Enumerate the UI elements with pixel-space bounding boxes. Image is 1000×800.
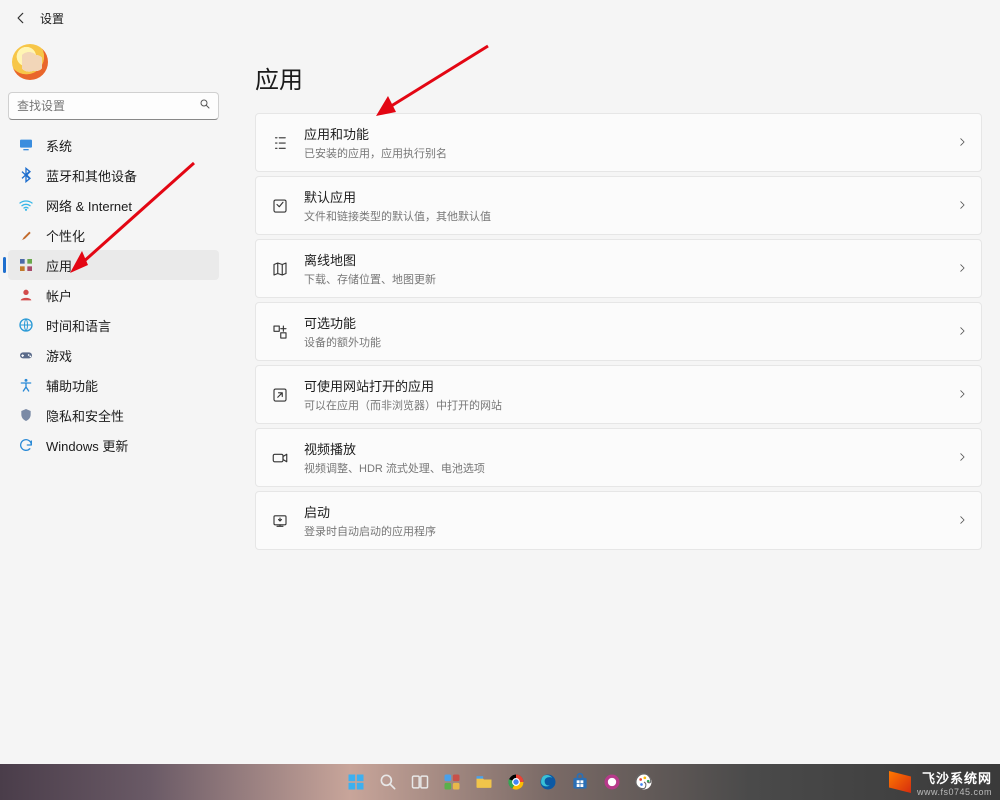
person-icon: [18, 287, 34, 303]
sidebar-item-label: 时间和语言: [46, 316, 111, 335]
setting-card-title: 启动: [304, 502, 436, 521]
sidebar-item-label: 隐私和安全性: [46, 406, 124, 425]
taskbar-start-icon[interactable]: [342, 769, 370, 795]
settings-list: 应用和功能已安装的应用，应用执行别名默认应用文件和链接类型的默认值，其他默认值离…: [255, 113, 982, 550]
search-container: [8, 92, 219, 120]
sidebar: 系统蓝牙和其他设备网络 & Internet 个性化应用帐户时间和语言游戏辅助功能…: [0, 36, 225, 764]
setting-card-title: 应用和功能: [304, 124, 447, 143]
setting-card-title: 视频播放: [304, 439, 485, 458]
chevron-right-icon: [957, 262, 967, 276]
wifi-icon: [18, 197, 34, 213]
setting-card-desc: 已安装的应用，应用执行别名: [304, 145, 447, 161]
sidebar-item-a11y[interactable]: 辅助功能: [8, 370, 219, 400]
video-icon: [270, 449, 290, 467]
nav-list: 系统蓝牙和其他设备网络 & Internet 个性化应用帐户时间和语言游戏辅助功能…: [8, 130, 219, 460]
brush-icon: [18, 227, 34, 243]
sidebar-item-label: 个性化: [46, 226, 85, 245]
watermark-url: www.fs0745.com: [917, 787, 992, 797]
apps-features-icon: [270, 134, 290, 152]
search-input[interactable]: [8, 92, 219, 120]
website-apps-icon: [270, 386, 290, 404]
apps-icon: [18, 257, 34, 273]
chevron-right-icon: [957, 136, 967, 150]
taskbar-explorer-icon[interactable]: [470, 769, 498, 795]
sidebar-item-label: 辅助功能: [46, 376, 98, 395]
access-icon: [18, 377, 34, 393]
sidebar-item-time[interactable]: 时间和语言: [8, 310, 219, 340]
bt-icon: [18, 167, 34, 183]
setting-card-title: 默认应用: [304, 187, 491, 206]
sidebar-item-label: 应用: [46, 256, 72, 275]
setting-card-desc: 可以在应用（而非浏览器）中打开的网站: [304, 397, 502, 413]
taskbar-widgets-icon[interactable]: [438, 769, 466, 795]
sidebar-item-network[interactable]: 网络 & Internet: [8, 190, 219, 220]
setting-card-desc: 登录时自动启动的应用程序: [304, 523, 436, 539]
setting-card-startup[interactable]: 启动登录时自动启动的应用程序: [255, 491, 982, 550]
sidebar-item-label: 蓝牙和其他设备: [46, 166, 137, 185]
setting-card-default-apps[interactable]: 默认应用文件和链接类型的默认值，其他默认值: [255, 176, 982, 235]
refresh-icon: [18, 437, 34, 453]
back-button[interactable]: [6, 3, 36, 33]
setting-card-desc: 文件和链接类型的默认值，其他默认值: [304, 208, 491, 224]
taskbar-edge-icon[interactable]: [534, 769, 562, 795]
sidebar-item-personalize[interactable]: 个性化: [8, 220, 219, 250]
user-avatar[interactable]: [12, 44, 48, 80]
chevron-right-icon: [957, 199, 967, 213]
optional-icon: [270, 323, 290, 341]
setting-card-desc: 设备的额外功能: [304, 334, 381, 350]
taskbar-paint-icon[interactable]: [630, 769, 658, 795]
sidebar-item-gaming[interactable]: 游戏: [8, 340, 219, 370]
setting-card-optional[interactable]: 可选功能设备的额外功能: [255, 302, 982, 361]
sidebar-item-label: 系统: [46, 136, 72, 155]
sidebar-item-bluetooth[interactable]: 蓝牙和其他设备: [8, 160, 219, 190]
taskbar: 飞沙系统网 www.fs0745.com: [0, 764, 1000, 800]
taskbar-qq-icon[interactable]: [598, 769, 626, 795]
setting-card-offline-maps[interactable]: 离线地图下载、存储位置、地图更新: [255, 239, 982, 298]
shield-icon: [18, 407, 34, 423]
main-pane: 应用 应用和功能已安装的应用，应用执行别名默认应用文件和链接类型的默认值，其他默…: [225, 36, 1000, 764]
setting-card-website-apps[interactable]: 可使用网站打开的应用可以在应用（而非浏览器）中打开的网站: [255, 365, 982, 424]
watermark-title: 飞沙系统网: [922, 768, 992, 787]
sidebar-item-privacy[interactable]: 隐私和安全性: [8, 400, 219, 430]
window-title: 设置: [40, 10, 64, 27]
sidebar-item-apps[interactable]: 应用: [8, 250, 219, 280]
chevron-right-icon: [957, 325, 967, 339]
search-icon: [199, 98, 211, 113]
default-apps-icon: [270, 197, 290, 215]
taskbar-search-icon[interactable]: [374, 769, 402, 795]
monitor-icon: [18, 137, 34, 153]
sidebar-item-label: Windows 更新: [46, 436, 128, 455]
chevron-right-icon: [957, 388, 967, 402]
setting-card-desc: 下载、存储位置、地图更新: [304, 271, 436, 287]
sidebar-item-label: 帐户: [46, 286, 72, 305]
setting-card-title: 离线地图: [304, 250, 436, 269]
gamepad-icon: [18, 347, 34, 363]
chevron-right-icon: [957, 514, 967, 528]
watermark: 飞沙系统网 www.fs0745.com: [917, 768, 992, 797]
setting-card-title: 可使用网站打开的应用: [304, 376, 502, 395]
offline-maps-icon: [270, 260, 290, 278]
taskbar-taskview-icon[interactable]: [406, 769, 434, 795]
globe-icon: [18, 317, 34, 333]
setting-card-title: 可选功能: [304, 313, 381, 332]
sidebar-item-label: 游戏: [46, 346, 72, 365]
startup-icon: [270, 512, 290, 530]
taskbar-store-icon[interactable]: [566, 769, 594, 795]
sidebar-item-update[interactable]: Windows 更新: [8, 430, 219, 460]
setting-card-desc: 视频调整、HDR 流式处理、电池选项: [304, 460, 485, 476]
sidebar-item-system[interactable]: 系统: [8, 130, 219, 160]
sidebar-item-label: 网络 & Internet: [46, 196, 132, 215]
setting-card-video[interactable]: 视频播放视频调整、HDR 流式处理、电池选项: [255, 428, 982, 487]
taskbar-chrome-icon[interactable]: [502, 769, 530, 795]
page-title: 应用: [255, 60, 982, 95]
chevron-right-icon: [957, 451, 967, 465]
setting-card-apps-features[interactable]: 应用和功能已安装的应用，应用执行别名: [255, 113, 982, 172]
watermark-logo: [889, 771, 911, 793]
sidebar-item-accounts[interactable]: 帐户: [8, 280, 219, 310]
